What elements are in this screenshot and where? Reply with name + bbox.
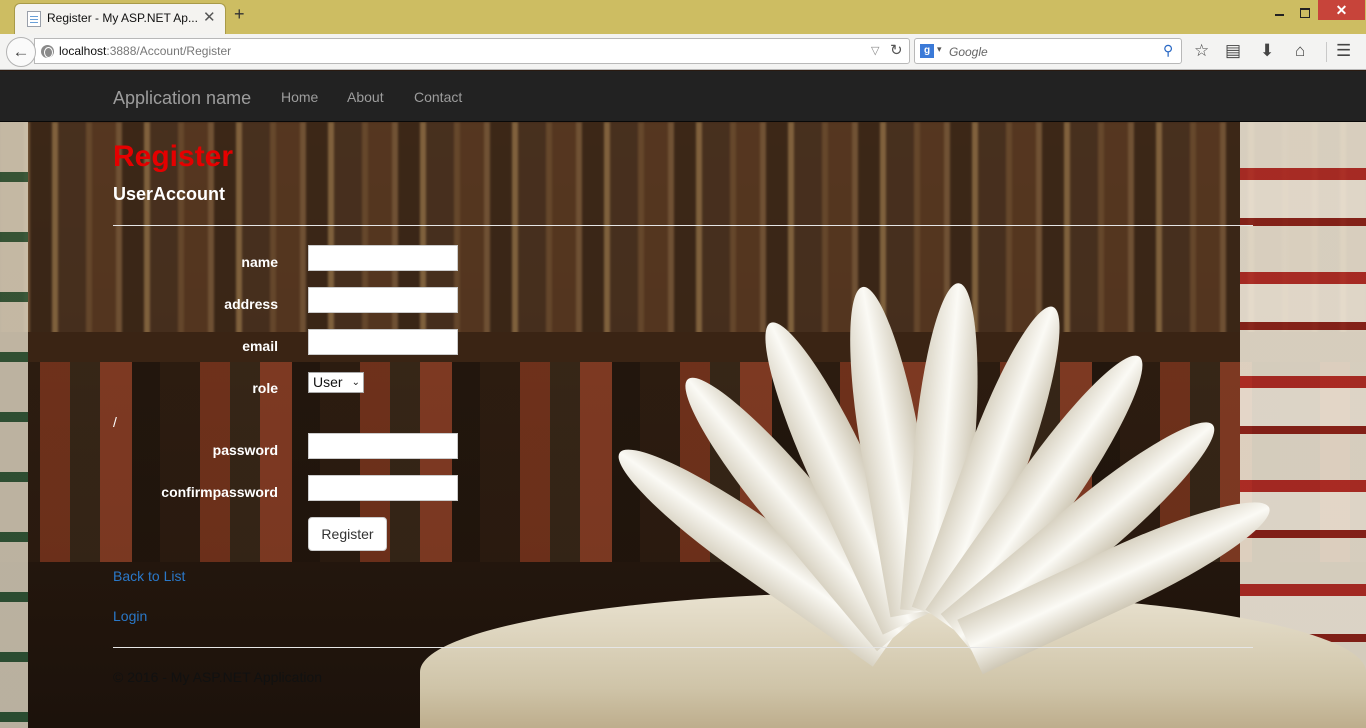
reading-list-icon[interactable]: ▤ [1225, 42, 1241, 59]
nav-contact-link[interactable]: Contact [414, 89, 462, 105]
search-input[interactable]: Google [949, 45, 988, 59]
new-tab-icon[interactable]: + [234, 4, 245, 25]
browser-toolbar: localhost:3888/Account/Register ▽ ↻ ← g … [0, 34, 1366, 70]
tab-close-icon[interactable]: ✕ [203, 8, 216, 26]
confirm-password-input[interactable] [308, 475, 458, 501]
minimize-icon[interactable] [1268, 2, 1292, 22]
url-text: localhost:3888/Account/Register [59, 44, 231, 58]
password-input[interactable] [308, 433, 458, 459]
divider-top [113, 225, 1253, 226]
password-label: password [212, 442, 278, 458]
main-content: Register UserAccount name address email … [113, 122, 1253, 728]
stray-text: / [113, 414, 117, 430]
book-stack-left [0, 122, 28, 728]
address-label: address [224, 296, 278, 312]
role-label: role [252, 380, 278, 396]
maximize-icon[interactable] [1292, 2, 1316, 22]
back-button[interactable]: ← [6, 37, 36, 67]
confirm-password-label: confirmpassword [161, 484, 278, 500]
login-link[interactable]: Login [113, 608, 147, 624]
home-icon[interactable]: ⌂ [1295, 42, 1305, 59]
nav-home-link[interactable]: Home [281, 89, 318, 105]
address-input[interactable] [308, 287, 458, 313]
page-title: Register [113, 140, 234, 173]
name-input[interactable] [308, 245, 458, 271]
globe-icon [41, 45, 54, 58]
footer-text: © 2016 - My ASP.NET Application [113, 669, 323, 685]
site-navbar: Application name Home About Contact [0, 71, 1366, 122]
role-selected-value: User [313, 374, 343, 390]
search-engine-caret-icon[interactable]: ▾ [937, 44, 942, 55]
search-icon[interactable]: ⚲ [1163, 42, 1173, 59]
browser-tab[interactable]: Register - My ASP.NET Ap... ✕ [14, 3, 226, 34]
url-host: localhost [59, 44, 107, 58]
search-bar[interactable]: g ▾ Google ⚲ [914, 38, 1182, 64]
back-arrow-icon: ← [12, 42, 30, 61]
window-close-button[interactable]: ✕ [1318, 0, 1365, 20]
role-select[interactable]: User ⌄ [308, 372, 364, 393]
bookmark-star-icon[interactable]: ☆ [1194, 42, 1209, 59]
url-path: :3888/Account/Register [106, 44, 232, 58]
tab-title: Register - My ASP.NET Ap... [47, 11, 197, 25]
reload-icon[interactable]: ↻ [890, 41, 903, 59]
browser-tab-bar: Register - My ASP.NET Ap... ✕ + ✕ [0, 0, 1366, 34]
email-label: email [242, 338, 278, 354]
divider-bottom [113, 647, 1253, 648]
url-dropdown-icon[interactable]: ▽ [871, 44, 879, 57]
google-icon[interactable]: g [920, 44, 934, 58]
name-label: name [241, 254, 278, 270]
page-subtitle: UserAccount [113, 184, 226, 204]
download-icon[interactable]: ⬇ [1260, 42, 1274, 59]
menu-icon[interactable]: ☰ [1336, 42, 1351, 59]
email-input[interactable] [308, 329, 458, 355]
brand-link[interactable]: Application name [113, 88, 251, 109]
toolbar-divider [1326, 42, 1327, 62]
url-bar[interactable]: localhost:3888/Account/Register ▽ ↻ [34, 38, 910, 64]
page-favicon-icon [27, 11, 41, 27]
register-button[interactable]: Register [308, 517, 387, 551]
chevron-down-icon: ⌄ [351, 377, 360, 388]
nav-about-link[interactable]: About [347, 89, 384, 105]
back-to-list-link[interactable]: Back to List [113, 568, 185, 584]
